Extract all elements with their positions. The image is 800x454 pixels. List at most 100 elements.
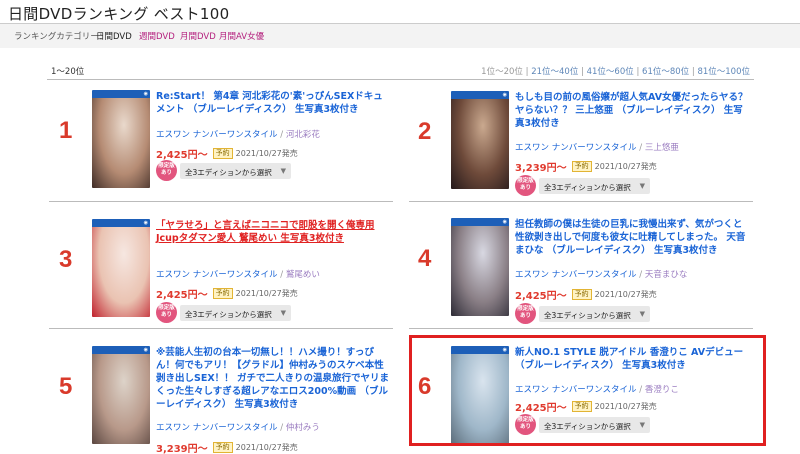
ranking-item: 3 ◉ 「ヤラせろ」と言えばニコニコで即股を開く俺専用Jcupタダマン愛人 鷲尾… bbox=[47, 216, 391, 331]
release-date: 2021/10/27発売 bbox=[235, 149, 298, 158]
meta-separator: / bbox=[280, 130, 284, 140]
price-line: 3,239円〜 予約 2021/10/27発売 bbox=[515, 156, 657, 174]
reserve-tag: 予約 bbox=[212, 442, 233, 453]
cover-image[interactable]: ◉ bbox=[92, 219, 150, 317]
cover-image[interactable]: ◉ bbox=[451, 91, 509, 189]
meta-separator: / bbox=[280, 270, 284, 280]
price: 2,425円〜 bbox=[515, 291, 567, 302]
edition-select-label: 全3エディションから選択 bbox=[544, 183, 631, 192]
chevron-down-icon: ▼ bbox=[280, 167, 286, 175]
product-title-link[interactable]: 担任教師の僕は生徒の巨乳に我慢出来ず、気がつくと性欲剥き出しで何度も彼女に吐精し… bbox=[515, 218, 749, 257]
rank-range-label: 1〜20位 bbox=[51, 67, 85, 77]
actress-link[interactable]: 河北彩花 bbox=[286, 130, 320, 140]
product-meta: エスワン ナンバーワンスタイル / 鷲尾めい bbox=[156, 268, 320, 280]
category-monthly-actress[interactable]: 月間AV女優 bbox=[219, 30, 264, 42]
price-line: 2,425円〜 予約 2021/10/27発売 bbox=[156, 283, 298, 301]
limited-edition-badge: 限定版 あり bbox=[515, 175, 536, 196]
reserve-tag: 予約 bbox=[212, 148, 233, 159]
category-weekly-dvd[interactable]: 週間DVD bbox=[139, 30, 175, 42]
pager-61-80[interactable]: 61位〜80位 bbox=[642, 67, 689, 77]
actress-link[interactable]: 仲村みう bbox=[286, 423, 320, 433]
chevron-down-icon: ▼ bbox=[639, 182, 645, 190]
rank-number: 2 bbox=[418, 118, 432, 145]
label-link[interactable]: エスワン ナンバーワンスタイル bbox=[156, 423, 278, 433]
edition-select-label: 全3エディションから選択 bbox=[185, 310, 272, 319]
product-title-link[interactable]: Re:Start！ 第4章 河北彩花の'素'っぴんSEXドキュメント （ブルーレ… bbox=[156, 90, 390, 116]
price-line: 2,425円〜 予約 2021/10/27発売 bbox=[515, 284, 657, 302]
pager-21-40[interactable]: 21位〜40位 bbox=[531, 67, 578, 77]
pager-1-20[interactable]: 1位〜20位 bbox=[481, 67, 523, 77]
edition-select[interactable]: 全3エディションから選択 ▼ bbox=[180, 163, 291, 179]
edition-select[interactable]: 全3エディションから選択 ▼ bbox=[539, 306, 650, 322]
bluray-logo-icon: ◉ bbox=[143, 91, 148, 97]
edition-select-label: 全3エディションから選択 bbox=[185, 168, 272, 177]
pager-81-100[interactable]: 81位〜100位 bbox=[697, 67, 750, 77]
edition-select[interactable]: 全3エディションから選択 ▼ bbox=[539, 178, 650, 194]
meta-separator: / bbox=[639, 270, 643, 280]
page-title: 日間DVDランキング ベスト100 bbox=[8, 5, 230, 23]
rank-number: 3 bbox=[59, 246, 73, 273]
price-line: 2,425円〜 予約 2021/10/27発売 bbox=[156, 143, 298, 161]
cover-photo bbox=[451, 99, 509, 189]
label-link[interactable]: エスワン ナンバーワンスタイル bbox=[156, 270, 278, 280]
highlight-box bbox=[409, 335, 766, 446]
release-date: 2021/10/27発売 bbox=[594, 290, 657, 299]
cover-image[interactable]: ◉ bbox=[451, 218, 509, 316]
cover-image[interactable]: ◉ bbox=[92, 346, 150, 444]
product-meta: エスワン ナンバーワンスタイル / 天音まひな bbox=[515, 268, 687, 280]
product-title-link[interactable]: もしも目の前の風俗嬢が超人気AV女優だったらヤる？ヤらない？？ 三上悠亜 （ブル… bbox=[515, 91, 749, 130]
pager-separator: | bbox=[581, 67, 584, 77]
price: 2,425円〜 bbox=[156, 290, 208, 301]
pager-separator: | bbox=[691, 67, 695, 77]
rank-pager: 1位〜20位 | 21位〜40位 | 41位〜60位 | 61位〜80位 | 8… bbox=[481, 65, 750, 77]
price-line: 3,239円〜 予約 2021/10/27発売 bbox=[156, 437, 298, 454]
ranking-item: 4 ◉ 担任教師の僕は生徒の巨乳に我慢出来ず、気がつくと性欲剥き出しで何度も彼女… bbox=[406, 215, 750, 330]
product-meta: エスワン ナンバーワンスタイル / 河北彩花 bbox=[156, 128, 320, 140]
price: 3,239円〜 bbox=[515, 163, 567, 174]
chevron-down-icon: ▼ bbox=[280, 309, 286, 317]
product-meta: エスワン ナンバーワンスタイル / 三上悠亜 bbox=[515, 141, 679, 153]
product-meta: エスワン ナンバーワンスタイル / 仲村みう bbox=[156, 421, 320, 433]
label-link[interactable]: エスワン ナンバーワンスタイル bbox=[515, 270, 637, 280]
product-title-link[interactable]: 「ヤラせろ」と言えばニコニコで即股を開く俺専用Jcupタダマン愛人 鷲尾めい 生… bbox=[156, 219, 390, 245]
category-monthly-dvd[interactable]: 月間DVD bbox=[180, 30, 216, 42]
limited-edition-badge: 限定版 あり bbox=[515, 303, 536, 324]
meta-separator: / bbox=[639, 143, 643, 153]
price: 3,239円〜 bbox=[156, 444, 208, 454]
bluray-band bbox=[451, 91, 509, 99]
bluray-logo-icon: ◉ bbox=[143, 347, 148, 353]
ranking-item: 2 ◉ もしも目の前の風俗嬢が超人気AV女優だったらヤる？ヤらない？？ 三上悠亜… bbox=[406, 88, 750, 203]
bluray-logo-icon: ◉ bbox=[143, 220, 148, 226]
category-daily-dvd[interactable]: 日間DVD bbox=[96, 30, 132, 42]
actress-link[interactable]: 天音まひな bbox=[645, 270, 688, 280]
header-divider bbox=[47, 79, 754, 80]
ranking-item: 5 ◉ ※芸能人生初の台本一切無し！！ハメ撮り！すっぴん！何でもアリ！【グラドル… bbox=[47, 343, 391, 454]
label-link[interactable]: エスワン ナンバーワンスタイル bbox=[156, 130, 278, 140]
label-link[interactable]: エスワン ナンバーワンスタイル bbox=[515, 143, 637, 153]
pager-separator: | bbox=[525, 67, 529, 77]
edition-select[interactable]: 全3エディションから選択 ▼ bbox=[180, 305, 291, 321]
category-label: ランキングカテゴリー： bbox=[14, 32, 108, 42]
release-date: 2021/10/27発売 bbox=[235, 289, 298, 298]
edition-select-label: 全3エディションから選択 bbox=[544, 311, 631, 320]
bluray-band bbox=[92, 219, 150, 227]
actress-link[interactable]: 三上悠亜 bbox=[645, 143, 679, 153]
release-date: 2021/10/27発売 bbox=[235, 443, 298, 452]
bluray-band bbox=[451, 218, 509, 226]
reserve-tag: 予約 bbox=[212, 288, 233, 299]
bluray-logo-icon: ◉ bbox=[502, 92, 507, 98]
actress-link[interactable]: 鷲尾めい bbox=[286, 270, 320, 280]
release-date: 2021/10/27発売 bbox=[594, 162, 657, 171]
product-title-link[interactable]: ※芸能人生初の台本一切無し！！ハメ撮り！すっぴん！何でもアリ！【グラドル】仲村み… bbox=[156, 346, 390, 411]
chevron-down-icon: ▼ bbox=[639, 310, 645, 318]
pager-separator: | bbox=[636, 67, 640, 77]
pager-41-60[interactable]: 41位〜60位 bbox=[587, 67, 634, 77]
cover-photo bbox=[92, 227, 150, 317]
limited-edition-badge: 限定版 あり bbox=[156, 302, 177, 323]
cover-photo bbox=[92, 354, 150, 444]
rank-number: 4 bbox=[418, 245, 432, 272]
bluray-band bbox=[92, 90, 150, 98]
bluray-logo-icon: ◉ bbox=[502, 219, 507, 225]
cover-photo bbox=[451, 226, 509, 316]
cover-image[interactable]: ◉ bbox=[92, 90, 150, 188]
